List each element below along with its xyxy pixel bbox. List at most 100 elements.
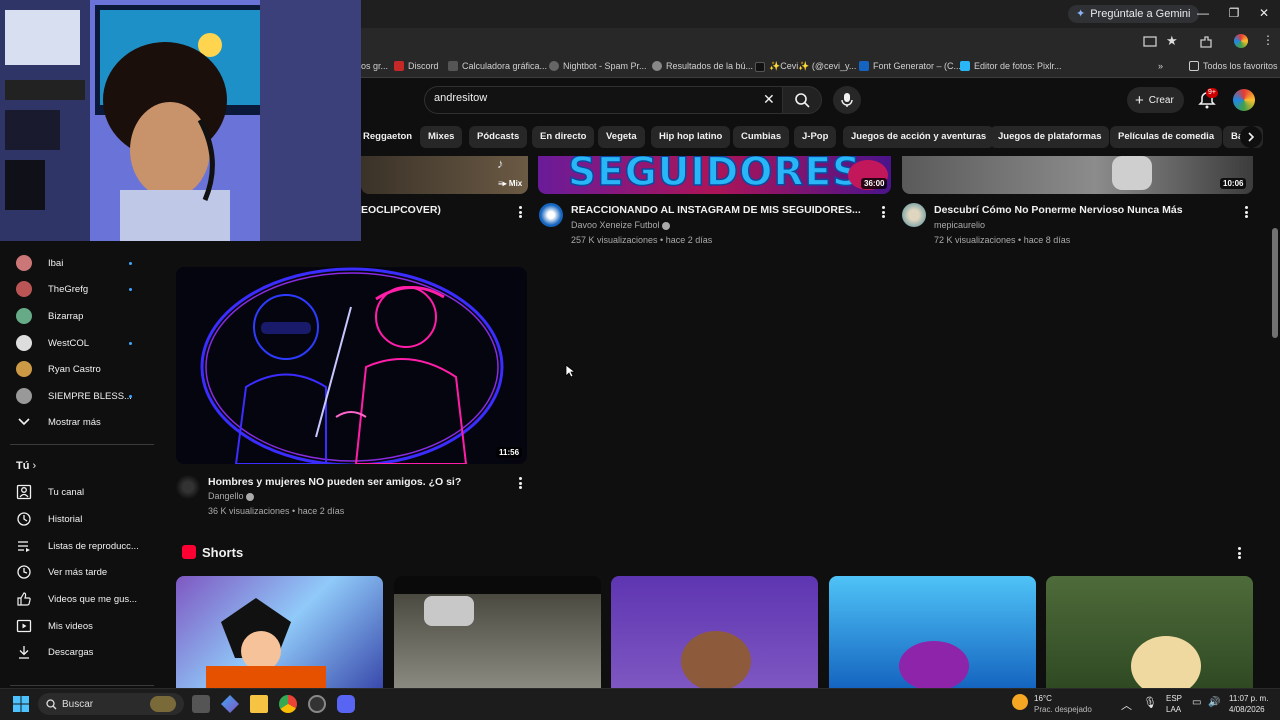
sidebar-item-channel[interactable]: Ibai bbox=[0, 250, 160, 276]
sidebar-item-your-channel[interactable]: Tu canal bbox=[0, 479, 160, 505]
windows-start-icon[interactable] bbox=[12, 695, 30, 713]
voice-search-button[interactable] bbox=[833, 86, 861, 114]
video-menu-icon[interactable] bbox=[1245, 206, 1249, 218]
video-thumbnail[interactable]: 10:06 bbox=[902, 156, 1253, 194]
sidebar-item-liked-videos[interactable]: Videos que me gus... bbox=[0, 586, 160, 612]
restore-button[interactable]: ❐ bbox=[1224, 6, 1244, 20]
volume-icon[interactable]: 🔊 bbox=[1208, 697, 1220, 708]
sidebar-item-channel[interactable]: SIEMPRE BLESS... bbox=[0, 383, 160, 409]
chip[interactable]: Hip hop latino bbox=[651, 126, 731, 148]
short-thumbnail[interactable] bbox=[394, 576, 601, 688]
file-explorer-icon[interactable] bbox=[250, 695, 268, 713]
chip[interactable]: Cumbias bbox=[733, 126, 790, 148]
weather-icon[interactable] bbox=[1012, 694, 1028, 710]
shorts-menu-icon[interactable] bbox=[1238, 547, 1242, 559]
short-thumbnail[interactable] bbox=[829, 576, 1036, 688]
bookmark-star-icon[interactable]: ★ bbox=[1166, 33, 1178, 49]
bookmark-item[interactable]: Font Generator – (C... bbox=[859, 61, 961, 71]
sidebar-item-channel[interactable]: TheGrefg bbox=[0, 276, 160, 302]
chip[interactable]: Vegeta bbox=[598, 126, 645, 148]
channel-avatar[interactable] bbox=[902, 203, 926, 227]
sidebar-heading-label: Tú › bbox=[16, 460, 37, 472]
chip[interactable]: Juegos de acción y aventuras bbox=[843, 126, 995, 148]
bookmark-item[interactable]: Nightbot - Spam Pr... bbox=[549, 61, 647, 71]
obs-icon[interactable] bbox=[308, 695, 326, 713]
video-thumbnail[interactable]: ♪ ≡▸ Mix bbox=[361, 156, 528, 194]
extensions-icon[interactable] bbox=[1199, 35, 1213, 49]
video-title[interactable]: EOCLIPCOVER) bbox=[361, 204, 441, 216]
sidebar-item-channel[interactable]: Bizarrap bbox=[0, 303, 160, 329]
chips-next-button[interactable] bbox=[1240, 126, 1262, 148]
chrome-icon[interactable] bbox=[279, 695, 297, 713]
cast-icon[interactable] bbox=[1143, 35, 1157, 49]
discord-favicon-icon bbox=[394, 61, 404, 71]
video-title[interactable]: Descubrí Cómo No Ponerme Nervioso Nunca … bbox=[934, 204, 1183, 216]
video-menu-icon[interactable] bbox=[519, 206, 523, 218]
tray-expand-icon[interactable]: ︿ bbox=[1121, 697, 1132, 713]
microphone-icon bbox=[841, 93, 853, 107]
network-icon[interactable]: ▭ bbox=[1192, 697, 1201, 708]
bookmarks-overflow-icon[interactable]: » bbox=[1158, 61, 1163, 71]
clock-date[interactable]: 4/08/2026 bbox=[1229, 705, 1265, 714]
sidebar-item-watch-later[interactable]: Ver más tarde bbox=[0, 559, 160, 585]
microphone-tray-icon[interactable]: 🎙 bbox=[1143, 696, 1157, 709]
keyboard-layout[interactable]: LAA bbox=[1166, 705, 1181, 714]
chip[interactable]: Pódcasts bbox=[469, 126, 528, 148]
browser-menu-icon[interactable]: ⋮ bbox=[1262, 33, 1274, 47]
profile-avatar-icon[interactable] bbox=[1234, 34, 1248, 48]
live-indicator bbox=[129, 287, 132, 291]
search-button[interactable] bbox=[782, 86, 822, 114]
channel-name[interactable]: Dangello bbox=[208, 491, 255, 501]
short-thumbnail[interactable] bbox=[611, 576, 818, 688]
chip[interactable]: Películas de comedia bbox=[1110, 126, 1223, 148]
bookmark-item[interactable]: ✨Cevi✨ (@cevi_y... bbox=[755, 61, 856, 72]
chevron-right-icon bbox=[1248, 132, 1255, 142]
channel-avatar[interactable] bbox=[176, 475, 200, 499]
taskbar-search[interactable]: Buscar bbox=[38, 693, 184, 715]
account-avatar[interactable] bbox=[1233, 89, 1255, 111]
sidebar-item-playlists[interactable]: Listas de reproducc... bbox=[0, 533, 160, 559]
page-scrollbar-thumb[interactable] bbox=[1272, 228, 1278, 338]
video-title[interactable]: REACCIONANDO AL INSTAGRAM DE MIS SEGUIDO… bbox=[571, 204, 861, 216]
gemini-button[interactable]: ✦ Pregúntale a Gemini bbox=[1068, 5, 1199, 23]
create-button[interactable]: + Crear bbox=[1127, 87, 1184, 113]
playlists-icon bbox=[18, 541, 30, 552]
chip[interactable]: Mixes bbox=[420, 126, 463, 148]
short-thumbnail[interactable] bbox=[176, 576, 383, 688]
search-input[interactable]: andresitow bbox=[434, 92, 487, 104]
channel-name[interactable]: Davoo Xeneize Futbol bbox=[571, 220, 671, 230]
bookmark-item[interactable]: Resultados de la bú... bbox=[652, 61, 753, 71]
sidebar-item-my-videos[interactable]: Mis videos bbox=[0, 613, 160, 639]
video-menu-icon[interactable] bbox=[882, 206, 886, 218]
short-thumbnail[interactable] bbox=[1046, 576, 1253, 688]
video-title[interactable]: Hombres y mujeres NO pueden ser amigos. … bbox=[208, 476, 461, 488]
close-window-button[interactable]: ✕ bbox=[1254, 6, 1274, 20]
discord-icon[interactable] bbox=[337, 695, 355, 713]
bookmark-item[interactable]: Discord bbox=[394, 61, 439, 71]
video-thumbnail[interactable]: SEGUIDORES 36:00 bbox=[538, 156, 891, 194]
chip[interactable]: J-Pop bbox=[794, 126, 837, 148]
bookmark-item[interactable]: Editor de fotos: Pixlr... bbox=[960, 61, 1062, 71]
channel-name[interactable]: mepicaurelio bbox=[934, 220, 985, 230]
sidebar-item-downloads[interactable]: Descargas bbox=[0, 639, 160, 665]
sidebar-you-heading[interactable]: Tú › bbox=[0, 453, 160, 479]
chip[interactable]: Juegos de plataformas bbox=[990, 126, 1110, 148]
chip[interactable]: En directo bbox=[532, 126, 595, 148]
sidebar-item-channel[interactable]: WestCOL bbox=[0, 330, 160, 356]
task-view-icon[interactable] bbox=[192, 695, 210, 713]
pixlr-favicon-icon bbox=[960, 61, 970, 71]
bookmark-item[interactable]: os gr... bbox=[361, 61, 388, 71]
minimize-button[interactable]: — bbox=[1193, 6, 1213, 20]
sidebar-item-history[interactable]: Historial bbox=[0, 506, 160, 532]
language-indicator[interactable]: ESP bbox=[1166, 694, 1182, 703]
clock-time[interactable]: 11:07 p. m. bbox=[1229, 694, 1268, 703]
bookmark-item[interactable]: Calculadora gráfica... bbox=[448, 61, 547, 71]
clear-search-icon[interactable]: ✕ bbox=[763, 91, 775, 108]
all-bookmarks-button[interactable]: Todos los favoritos bbox=[1189, 61, 1278, 71]
chip[interactable]: Reggaeton bbox=[355, 126, 421, 148]
sidebar-item-channel[interactable]: Ryan Castro bbox=[0, 356, 160, 382]
sidebar-show-more[interactable]: Mostrar más bbox=[0, 409, 160, 435]
video-thumbnail[interactable]: 11:56 bbox=[176, 267, 527, 464]
channel-avatar[interactable] bbox=[539, 203, 563, 227]
video-menu-icon[interactable] bbox=[519, 477, 523, 489]
